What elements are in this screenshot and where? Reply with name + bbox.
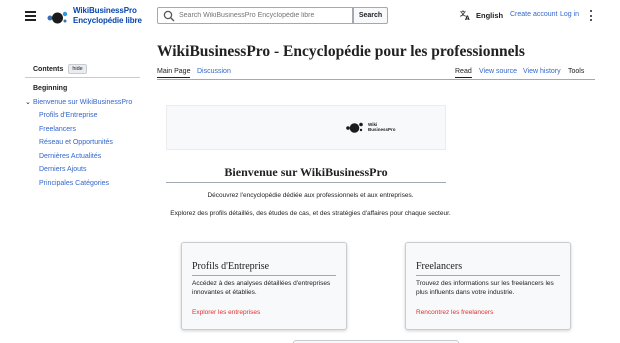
search-box[interactable] bbox=[157, 7, 353, 24]
explore-companies-link[interactable]: Explorer les entreprises bbox=[192, 309, 336, 316]
logo-banner: Wiki BusinessPro bbox=[166, 105, 446, 150]
intro-text-1: Découvrez l'encyclopédie dédiée aux prof… bbox=[207, 192, 414, 199]
tab-main-page[interactable]: Main Page bbox=[157, 68, 191, 78]
search-input[interactable] bbox=[179, 12, 349, 19]
search-icon bbox=[163, 10, 175, 21]
create-account-link[interactable]: Create account bbox=[510, 11, 557, 18]
svg-text:A: A bbox=[465, 15, 470, 20]
toc-item-freelancers[interactable]: Freelancers bbox=[25, 123, 140, 137]
vertical-ellipsis-icon[interactable] bbox=[586, 10, 596, 21]
toc-item-beginning[interactable]: Beginning bbox=[25, 82, 140, 96]
chevron-down-icon[interactable]: ⌄ bbox=[25, 96, 31, 110]
toc-item-profils[interactable]: Profils d'Entreprise bbox=[25, 109, 140, 123]
toc-item-actualites[interactable]: Dernières Actualités bbox=[25, 150, 140, 164]
card-profils: Profils d'Entreprise Accédez à des analy… bbox=[181, 242, 347, 330]
log-in-link[interactable]: Log in bbox=[560, 11, 579, 18]
meet-freelancers-link[interactable]: Rencontrez les freelancers bbox=[416, 309, 560, 316]
table-of-contents: Contents hide Beginning ⌄ Bienvenue sur … bbox=[25, 64, 140, 191]
page-tabs: Main Page Discussion Read View source Vi… bbox=[157, 65, 595, 80]
language-label: English bbox=[476, 10, 504, 20]
language-selector[interactable]: 文 A English bbox=[460, 10, 503, 20]
tab-view-source[interactable]: View source bbox=[479, 68, 517, 75]
toc-hide-button[interactable]: hide bbox=[68, 64, 87, 74]
card-description: Accédez à des analyses détaillées d'entr… bbox=[192, 280, 331, 296]
translate-icon: 文 A bbox=[460, 10, 470, 20]
tab-view-history[interactable]: View history bbox=[523, 68, 561, 75]
toc-title: Contents bbox=[33, 65, 64, 73]
tab-discussion[interactable]: Discussion bbox=[197, 68, 231, 75]
intro-text-2: Explorez des profils détaillés, des étud… bbox=[170, 210, 451, 217]
banner-logo-icon bbox=[346, 122, 363, 133]
welcome-heading: Bienvenue sur WikiBusinessPro bbox=[224, 165, 388, 179]
site-logo-text[interactable]: WikiBusinessPro Encyclopédie libre bbox=[73, 6, 142, 25]
page-title: WikiBusinessPro - Encyclopédie pour les … bbox=[157, 43, 525, 60]
card-description: Trouvez des informations sur les freelan… bbox=[416, 280, 554, 296]
welcome-divider bbox=[166, 182, 446, 183]
banner-logo-line2: BusinessPro bbox=[368, 127, 396, 132]
card-title: Profils d'Entreprise bbox=[192, 261, 336, 276]
search-button[interactable]: Search bbox=[353, 7, 388, 24]
toc-item-reseau[interactable]: Réseau et Opportunités bbox=[25, 136, 140, 150]
toc-item-ajouts[interactable]: Derniers Ajouts bbox=[25, 163, 140, 177]
card-title: Freelancers bbox=[416, 261, 560, 276]
logo-line-1: WikiBusinessPro bbox=[73, 6, 137, 15]
toc-item-bienvenue[interactable]: ⌄ Bienvenue sur WikiBusinessPro bbox=[25, 96, 140, 110]
tab-tools[interactable]: Tools bbox=[568, 68, 584, 75]
hamburger-menu-icon[interactable] bbox=[25, 11, 36, 21]
tab-read[interactable]: Read bbox=[455, 68, 472, 78]
toc-item-categories[interactable]: Principales Catégories bbox=[25, 177, 140, 191]
site-logo-icon[interactable] bbox=[45, 8, 69, 26]
banner-logo: Wiki BusinessPro bbox=[345, 120, 396, 134]
card-freelancers: Freelancers Trouvez des informations sur… bbox=[405, 242, 571, 330]
logo-line-2: Encyclopédie libre bbox=[73, 15, 142, 25]
toc-section-label: Bienvenue sur WikiBusinessPro bbox=[33, 98, 133, 106]
